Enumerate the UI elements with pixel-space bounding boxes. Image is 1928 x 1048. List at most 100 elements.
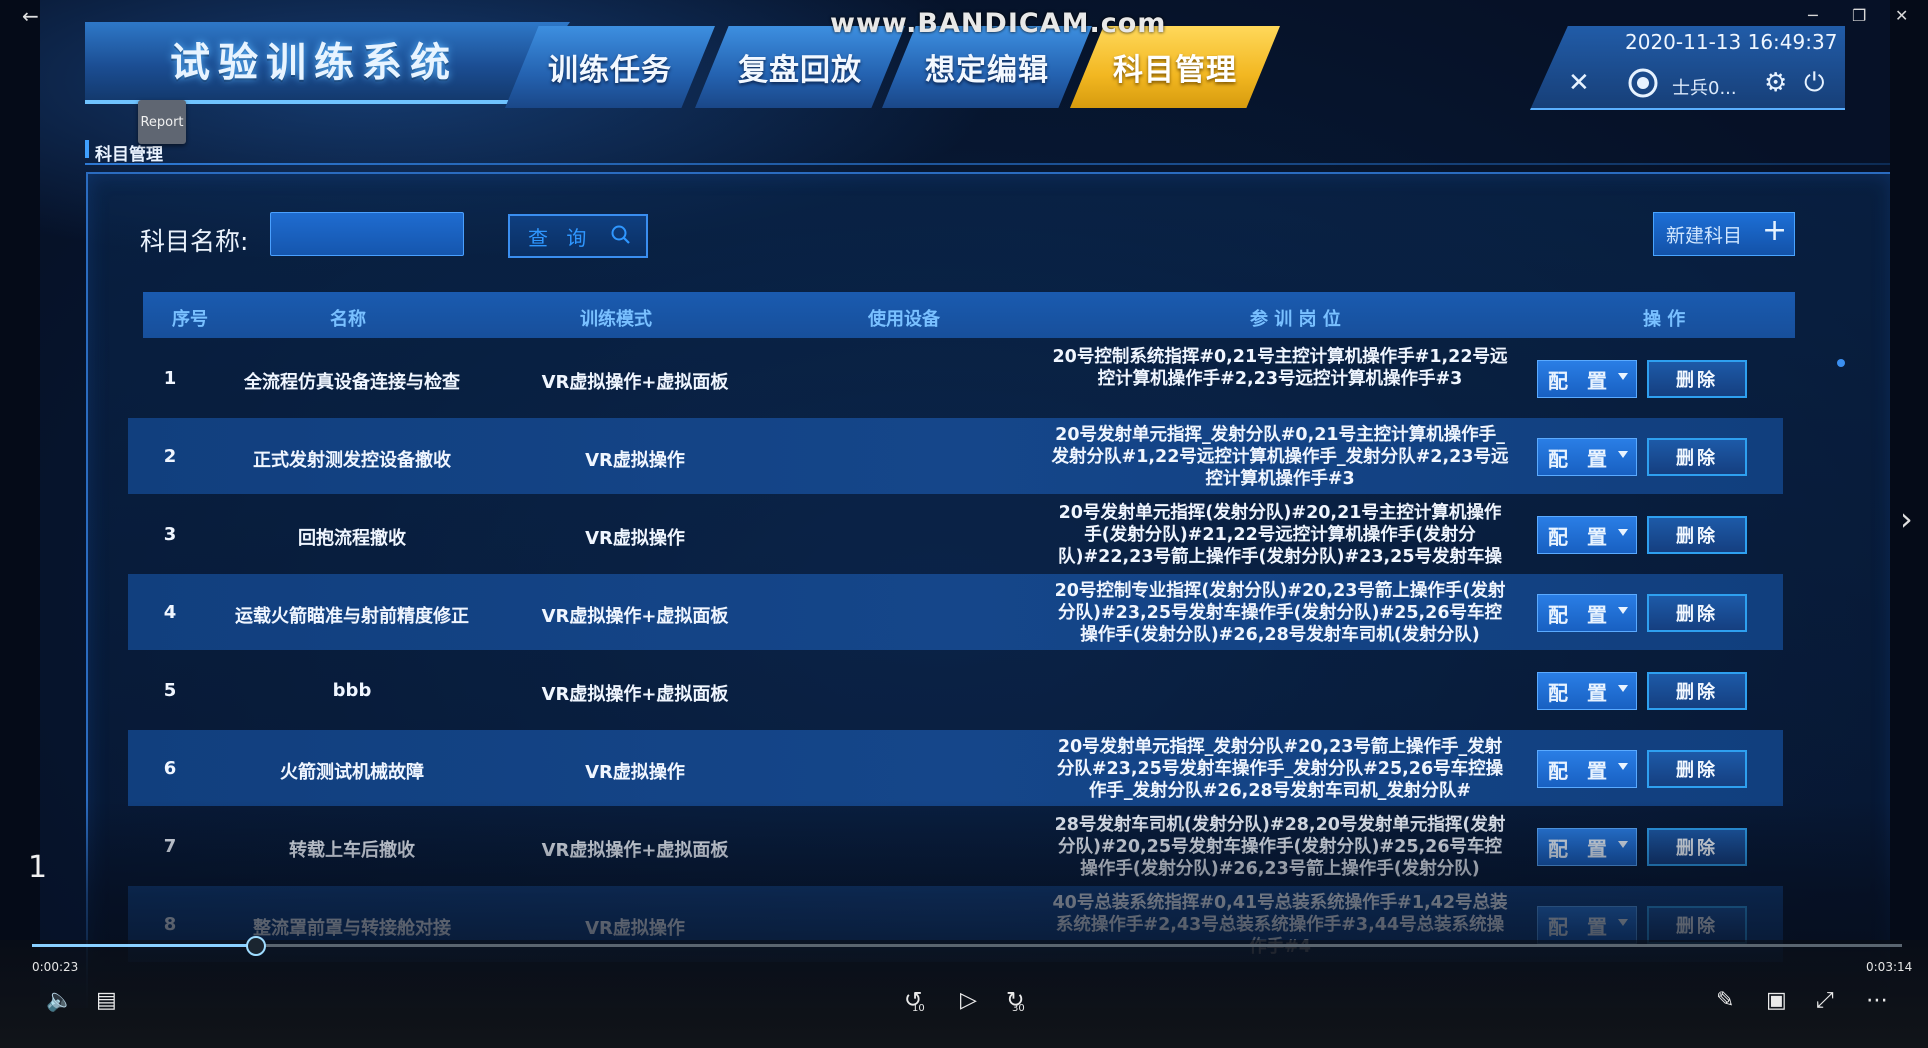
row-positions: 20号发射单元指挥_发射分队#0,21号主控计算机操作手_发射分队#1,22号远… <box>1051 425 1509 489</box>
config-dropdown-button[interactable]: 配 置 <box>1537 594 1637 632</box>
tab-training-task[interactable]: 训练任务 <box>505 26 715 108</box>
app-title: 试验训练系统 <box>170 40 458 86</box>
config-dropdown-button[interactable]: 配 置 <box>1537 438 1637 476</box>
table-header <box>143 292 1795 338</box>
plus-icon: + <box>1762 213 1788 248</box>
row-positions: 28号发射车司机(发射分队)#28,20号发射单元指挥(发射分队)#20,25号… <box>1054 815 1506 879</box>
back-arrow-icon[interactable]: ← <box>22 4 39 28</box>
row-mode: VR虚拟操作 <box>585 918 685 939</box>
config-dropdown-button[interactable]: 配 置 <box>1537 672 1637 710</box>
row-name: 回抱流程撤收 <box>298 528 406 549</box>
row-name: bbb <box>332 680 372 701</box>
subject-name-label: 科目名称: <box>140 227 249 256</box>
delete-button[interactable]: 删除 <box>1647 360 1747 398</box>
chevron-down-icon <box>1618 529 1628 536</box>
config-dropdown-button[interactable]: 配 置 <box>1537 516 1637 554</box>
row-number: 5 <box>163 680 177 701</box>
delete-button[interactable]: 删除 <box>1647 672 1747 710</box>
progress-track[interactable] <box>32 944 1902 947</box>
pencil-icon[interactable]: ✎ <box>1716 990 1734 1012</box>
row-number: 8 <box>163 914 177 935</box>
config-label: 配 置 <box>1548 602 1613 627</box>
restore-icon[interactable]: ❐ <box>1852 6 1866 25</box>
chevron-down-icon <box>1618 451 1628 458</box>
row-name: 正式发射测发控设备撤收 <box>253 450 451 471</box>
close-icon[interactable]: ✕ <box>1895 6 1908 25</box>
col-header-device: 使用设备 <box>868 309 940 330</box>
row-mode: VR虚拟操作+虚拟面板 <box>541 684 729 705</box>
volume-icon[interactable]: 🔈 <box>46 990 73 1012</box>
gear-icon[interactable]: ⚙ <box>1764 70 1787 96</box>
row-number: 3 <box>163 524 177 545</box>
time-total: 0:03:14 <box>1866 960 1913 974</box>
delete-button[interactable]: 删除 <box>1647 594 1747 632</box>
row-positions: 20号发射单元指挥_发射分队#20,23号箭上操作手_发射分队#23,25号发射… <box>1056 737 1504 801</box>
delete-button[interactable]: 删除 <box>1647 438 1747 476</box>
minimize-icon[interactable]: ─ <box>1808 6 1818 25</box>
row-mode: VR虚拟操作 <box>585 528 685 549</box>
col-header-positions: 参 训 岗 位 <box>1250 309 1341 330</box>
app-window: 试验训练系统 训练任务 复盘回放 想定编辑 科目管理 2020-11-13 16… <box>40 0 1890 1008</box>
config-label: 配 置 <box>1548 446 1613 471</box>
subject-name-input[interactable] <box>270 212 464 256</box>
divider <box>85 163 1890 165</box>
chevron-down-icon <box>1618 763 1628 770</box>
config-label: 配 置 <box>1548 680 1613 705</box>
col-header-actions: 操 作 <box>1643 309 1686 330</box>
delete-button[interactable]: 删除 <box>1647 906 1747 944</box>
subtitles-icon[interactable]: ▤ <box>96 990 117 1012</box>
datetime: 2020-11-13 16:49:37 <box>1625 30 1838 54</box>
row-positions: 20号发射单元指挥(发射分队)#20,21号主控计算机操作手(发射分队)#21,… <box>1057 503 1503 567</box>
search-icon <box>611 225 630 244</box>
row-mode: VR虚拟操作+虚拟面板 <box>541 840 729 861</box>
progress-handle[interactable] <box>245 936 266 956</box>
row-number: 2 <box>163 446 177 467</box>
username: 士兵0... <box>1672 78 1737 99</box>
row-number: 6 <box>163 758 177 779</box>
play-icon[interactable]: ▷ <box>960 990 977 1012</box>
config-label: 配 置 <box>1548 368 1613 393</box>
report-tooltip[interactable]: Report <box>138 100 186 144</box>
fullscreen-icon[interactable]: ⤢ <box>1816 990 1834 1012</box>
progress-fill <box>32 944 255 947</box>
col-header-no: 序号 <box>172 309 208 330</box>
chevron-down-icon <box>1618 841 1628 848</box>
power-icon[interactable]: ⏻ <box>1804 70 1825 96</box>
config-label: 配 置 <box>1548 758 1613 783</box>
scrollbar-indicator[interactable] <box>1837 359 1845 367</box>
delete-button[interactable]: 删除 <box>1647 828 1747 866</box>
row-positions <box>1050 658 1510 726</box>
config-label: 配 置 <box>1548 524 1613 549</box>
col-header-mode: 训练模式 <box>580 309 652 330</box>
avatar-icon <box>1628 68 1658 103</box>
chevron-down-icon <box>1618 919 1628 926</box>
breadcrumb-marker <box>85 140 89 158</box>
config-dropdown-button[interactable]: 配 置 <box>1537 360 1637 398</box>
chevron-down-icon <box>1618 373 1628 380</box>
overlay-number: 1 <box>28 850 48 885</box>
config-dropdown-button[interactable]: 配 置 <box>1537 750 1637 788</box>
row-mode: VR虚拟操作+虚拟面板 <box>541 606 729 627</box>
row-mode: VR虚拟操作+虚拟面板 <box>541 372 729 393</box>
config-label: 配 置 <box>1548 914 1613 939</box>
config-dropdown-button[interactable]: 配 置 <box>1537 906 1637 944</box>
recorder-watermark: www.BANDICAM.com <box>830 8 1167 39</box>
row-mode: VR虚拟操作 <box>585 450 685 471</box>
row-positions: 20号控制系统指挥#0,21号主控计算机操作手#1,22号远控计算机操作手#2,… <box>1052 347 1508 389</box>
row-name: 运载火箭瞄准与射前精度修正 <box>235 606 469 627</box>
chevron-down-icon <box>1618 685 1628 692</box>
time-current: 0:00:23 <box>32 960 79 974</box>
row-number: 4 <box>163 602 177 623</box>
delete-button[interactable]: 删除 <box>1647 750 1747 788</box>
config-dropdown-button[interactable]: 配 置 <box>1537 828 1637 866</box>
row-name: 火箭测试机械故障 <box>280 762 424 783</box>
miniplayer-icon[interactable]: ▣ <box>1766 990 1787 1012</box>
row-mode: VR虚拟操作 <box>585 762 685 783</box>
chevron-down-icon <box>1618 607 1628 614</box>
skip-back-seconds: 10 <box>912 1003 925 1014</box>
row-number: 1 <box>163 368 177 389</box>
more-icon[interactable]: ⋯ <box>1866 990 1888 1012</box>
tools-icon[interactable]: ✕ <box>1568 70 1590 96</box>
delete-button[interactable]: 删除 <box>1647 516 1747 554</box>
chevron-right-icon[interactable]: › <box>1900 500 1913 538</box>
